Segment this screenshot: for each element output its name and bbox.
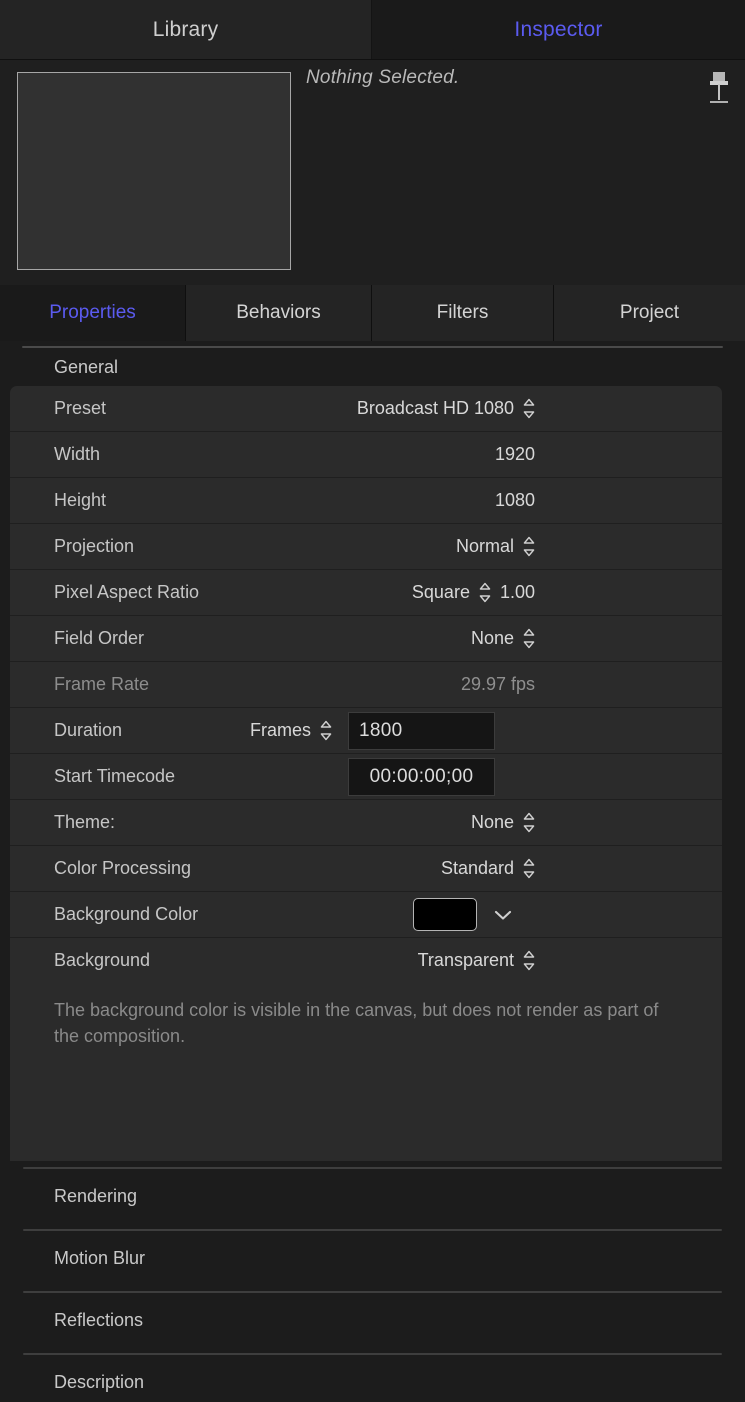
start-timecode-input[interactable]: 00:00:00;00 xyxy=(348,757,495,796)
row-pixel-aspect-ratio[interactable]: Pixel Aspect Ratio Square 1.00 xyxy=(10,570,722,616)
section-motion-blur[interactable]: Motion Blur xyxy=(0,1231,745,1286)
stepper-icon[interactable] xyxy=(523,858,535,879)
row-theme-value-group[interactable]: None xyxy=(10,812,535,833)
row-background-color-controls xyxy=(10,898,512,931)
section-rendering[interactable]: Rendering xyxy=(0,1169,745,1224)
row-height[interactable]: Height 1080 xyxy=(10,478,722,524)
row-width-value[interactable]: 1920 xyxy=(495,444,535,465)
stepper-icon[interactable] xyxy=(523,950,535,971)
top-tab-bar: Library Inspector xyxy=(0,0,745,59)
selection-status-text: Nothing Selected. xyxy=(306,67,460,88)
stepper-icon[interactable] xyxy=(523,812,535,833)
tab-library-label: Library xyxy=(152,17,219,41)
row-color-processing[interactable]: Color Processing Standard xyxy=(10,846,722,892)
tab-behaviors-label: Behaviors xyxy=(236,302,321,323)
group-header-general-label: General xyxy=(54,356,119,377)
tab-project[interactable]: Project xyxy=(554,285,745,341)
row-projection-value: Normal xyxy=(455,536,514,556)
row-start-timecode[interactable]: Start Timecode 00:00:00;00 xyxy=(10,754,722,800)
row-background-value-group[interactable]: Transparent xyxy=(10,950,535,971)
row-color-processing-value-group[interactable]: Standard xyxy=(10,858,535,879)
tab-behaviors[interactable]: Behaviors xyxy=(186,285,372,341)
properties-scroll-area[interactable]: General Preset Broadcast HD 1080 Width 1… xyxy=(0,341,745,1402)
row-start-timecode-label: Start Timecode xyxy=(54,766,176,786)
row-preset-value: Broadcast HD 1080 xyxy=(356,398,514,418)
section-motion-blur-label: Motion Blur xyxy=(54,1247,146,1268)
row-color-processing-value: Standard xyxy=(440,858,514,878)
tab-properties[interactable]: Properties xyxy=(0,285,186,341)
row-frame-rate-value: 29.97 fps xyxy=(460,674,535,694)
row-projection-value-group[interactable]: Normal xyxy=(10,536,535,557)
row-start-timecode-field-wrap: 00:00:00;00 xyxy=(348,757,495,796)
note-filler xyxy=(10,1049,722,1162)
section-rendering-label: Rendering xyxy=(54,1185,138,1206)
row-height-value-group[interactable]: 1080 xyxy=(10,490,535,511)
section-reflections-label: Reflections xyxy=(54,1309,144,1330)
stepper-icon[interactable] xyxy=(523,536,535,557)
row-pixel-aspect-ratio-value: Square xyxy=(411,582,470,602)
row-field-order-value-group[interactable]: None xyxy=(10,628,535,649)
row-duration-field-wrap: 1800 xyxy=(348,711,495,750)
tab-filters[interactable]: Filters xyxy=(372,285,554,341)
preview-thumbnail xyxy=(17,72,291,270)
row-duration-unit: Frames xyxy=(249,720,311,740)
stepper-icon[interactable] xyxy=(479,582,491,603)
row-theme[interactable]: Theme: None xyxy=(10,800,722,846)
duration-input[interactable]: 1800 xyxy=(348,711,495,750)
stepper-icon[interactable] xyxy=(523,398,535,419)
row-duration[interactable]: Duration Frames 1800 xyxy=(10,708,722,754)
stepper-icon[interactable] xyxy=(320,720,332,741)
pin-icon[interactable] xyxy=(702,68,736,108)
row-theme-value: None xyxy=(470,812,514,832)
row-field-order-value: None xyxy=(470,628,514,648)
stepper-icon[interactable] xyxy=(523,628,535,649)
tab-inspector-label: Inspector xyxy=(514,17,603,41)
inspector-panel: Library Inspector Nothing Selected. Prop… xyxy=(0,0,745,1402)
row-width-value-group[interactable]: 1920 xyxy=(10,444,535,465)
tab-filters-label: Filters xyxy=(436,302,489,323)
preview-header: Nothing Selected. xyxy=(0,59,745,285)
row-pixel-aspect-ratio-number[interactable]: 1.00 xyxy=(500,582,535,603)
row-projection[interactable]: Projection Normal xyxy=(10,524,722,570)
row-width[interactable]: Width 1920 xyxy=(10,432,722,478)
row-preset-value-group[interactable]: Broadcast HD 1080 xyxy=(10,398,535,419)
general-property-rows: Preset Broadcast HD 1080 Width 1920 Heig… xyxy=(10,386,722,983)
tab-library[interactable]: Library xyxy=(0,0,372,59)
row-background-color[interactable]: Background Color xyxy=(10,892,722,938)
row-background-value: Transparent xyxy=(417,950,514,970)
background-color-swatch[interactable] xyxy=(413,898,477,931)
section-description-label: Description xyxy=(54,1371,145,1392)
row-height-value[interactable]: 1080 xyxy=(495,490,535,511)
section-reflections[interactable]: Reflections xyxy=(0,1293,745,1348)
background-help-text: The background color is visible in the c… xyxy=(10,983,722,1050)
row-background[interactable]: Background Transparent xyxy=(10,938,722,983)
section-tab-bar: Properties Behaviors Filters Project xyxy=(0,285,745,341)
group-header-general[interactable]: General xyxy=(0,348,745,386)
row-preset[interactable]: Preset Broadcast HD 1080 xyxy=(10,386,722,432)
row-pixel-aspect-ratio-value-group[interactable]: Square 1.00 xyxy=(10,582,535,603)
row-frame-rate-value-group: 29.97 fps xyxy=(10,674,535,695)
row-field-order[interactable]: Field Order None xyxy=(10,616,722,662)
tab-project-label: Project xyxy=(619,302,680,323)
row-frame-rate: Frame Rate 29.97 fps xyxy=(10,662,722,708)
chevron-down-icon[interactable] xyxy=(494,909,512,921)
section-description[interactable]: Description xyxy=(0,1355,745,1402)
tab-properties-label: Properties xyxy=(49,302,136,323)
tab-inspector[interactable]: Inspector xyxy=(372,0,745,59)
row-duration-unit-group[interactable]: Frames xyxy=(10,720,340,741)
